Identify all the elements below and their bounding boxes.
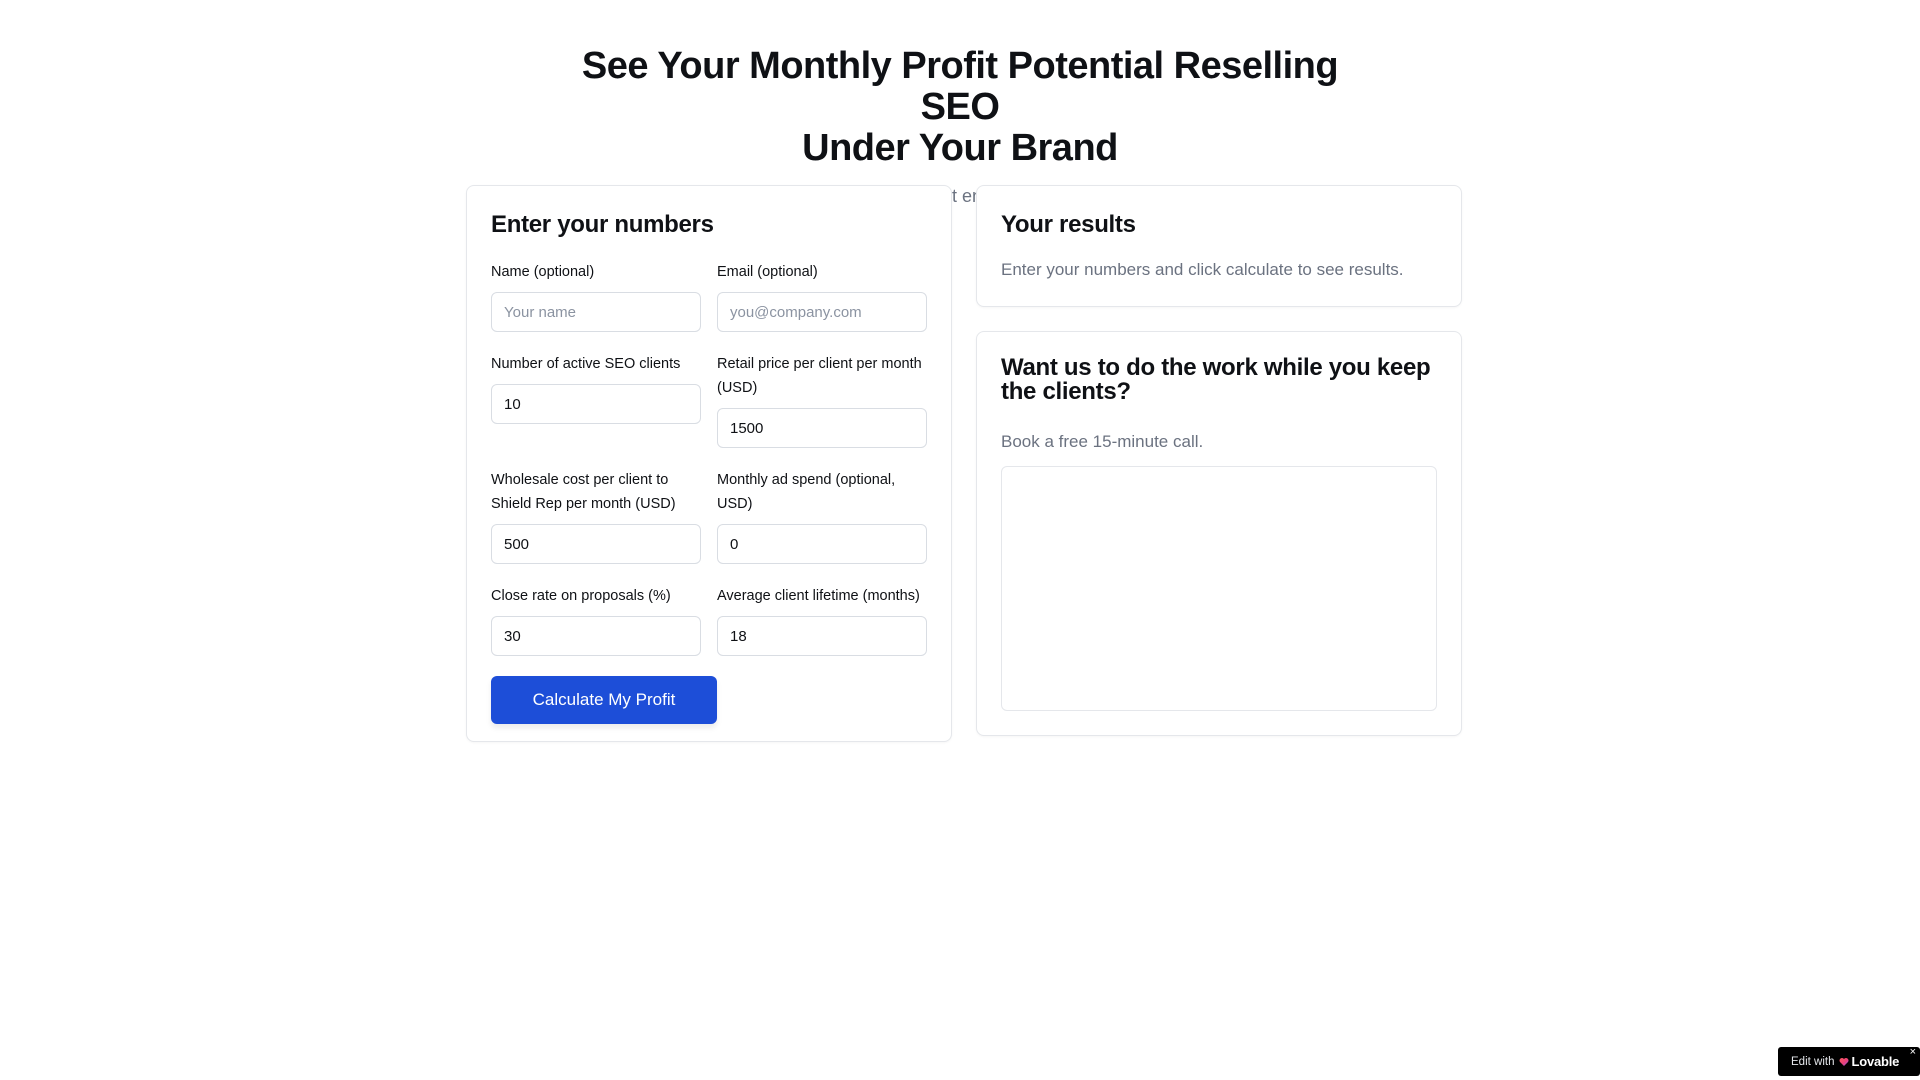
email-field: Email (optional) (717, 260, 927, 332)
ad-spend-input[interactable] (717, 524, 927, 564)
badge-brand-text: Lovable (1851, 1054, 1900, 1069)
results-card: Your results Enter your numbers and clic… (976, 185, 1462, 307)
close-rate-input[interactable] (491, 616, 701, 656)
retail-price-field: Retail price per client per month (USD) (717, 352, 927, 448)
form-grid: Name (optional) Email (optional) Number … (491, 260, 927, 676)
active-clients-label: Number of active SEO clients (491, 356, 681, 372)
calculate-profit-button[interactable]: Calculate My Profit (491, 676, 717, 724)
email-label: Email (optional) (717, 264, 818, 280)
calculator-form-card: Enter your numbers Name (optional) Email… (466, 185, 952, 742)
retail-price-label: Retail price per client per month (USD) (717, 356, 922, 396)
active-clients-field: Number of active SEO clients (491, 352, 701, 448)
hero: See Your Monthly Profit Potential Resell… (0, 46, 1920, 209)
name-field: Name (optional) (491, 260, 701, 332)
active-clients-input[interactable] (491, 384, 701, 424)
badge-close-icon[interactable]: × (1910, 1046, 1916, 1058)
ad-spend-label: Monthly ad spend (optional, USD) (717, 472, 896, 512)
retail-price-input[interactable] (717, 408, 927, 448)
page-title: See Your Monthly Profit Potential Resell… (550, 46, 1370, 169)
cta-subtitle: Book a free 15-minute call. (1001, 432, 1204, 451)
badge-prefix-text: Edit with (1791, 1055, 1835, 1068)
name-input[interactable] (491, 292, 701, 332)
page-subtitle: It takes 30 seconds — just enter your nu… (745, 186, 1175, 206)
name-label: Name (optional) (491, 264, 595, 280)
ad-spend-field: Monthly ad spend (optional, USD) (717, 468, 927, 564)
client-lifetime-input[interactable] (717, 616, 927, 656)
cta-title: Want us to do the work while you keep th… (1001, 354, 1431, 405)
email-input[interactable] (717, 292, 927, 332)
booking-cta-card: Want us to do the work while you keep th… (976, 331, 1462, 736)
wholesale-cost-label: Wholesale cost per client to Shield Rep … (491, 472, 676, 512)
client-lifetime-field: Average client lifetime (months) (717, 584, 927, 656)
results-title: Your results (1001, 211, 1136, 238)
page: See Your Monthly Profit Potential Resell… (0, 0, 1920, 1080)
results-empty-text: Enter your numbers and click calculate t… (1001, 260, 1404, 279)
page-title-line-2: Under Your Brand (802, 127, 1118, 169)
form-title: Enter your numbers (491, 211, 714, 238)
wholesale-cost-field: Wholesale cost per client to Shield Rep … (491, 468, 701, 564)
page-title-line-1: See Your Monthly Profit Potential Resell… (581, 45, 1339, 128)
close-rate-field: Close rate on proposals (%) (491, 584, 701, 656)
edit-with-lovable-badge[interactable]: Edit with Lovable × (1778, 1046, 1920, 1076)
close-rate-label: Close rate on proposals (%) (491, 588, 671, 604)
client-lifetime-label: Average client lifetime (months) (717, 588, 920, 604)
lovable-heart-icon (1839, 1057, 1849, 1066)
wholesale-cost-input[interactable] (491, 524, 701, 564)
booking-embed-frame[interactable] (1001, 466, 1437, 711)
